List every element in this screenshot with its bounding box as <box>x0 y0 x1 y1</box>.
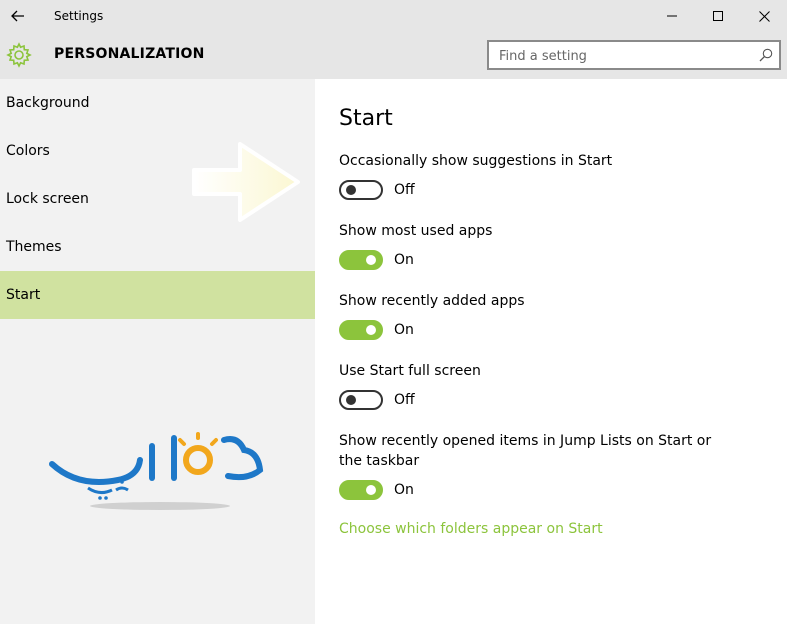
window-controls <box>649 0 787 32</box>
toggle-knob <box>366 255 376 265</box>
toggle-state-suggestions: Off <box>394 182 415 198</box>
close-icon <box>758 10 770 22</box>
sidebar-item-label: Lock screen <box>6 191 89 207</box>
toggle-most-used[interactable] <box>339 250 383 270</box>
toggle-state-most-used: On <box>394 252 414 268</box>
window-title: Settings <box>54 9 104 23</box>
choose-folders-link[interactable]: Choose which folders appear on Start <box>339 521 603 537</box>
sidebar-item-background[interactable]: Background <box>0 79 315 127</box>
toggle-recently-added[interactable] <box>339 320 383 340</box>
toggle-suggestions[interactable] <box>339 180 383 200</box>
setting-label-recently-added: Show recently added apps <box>339 293 525 309</box>
search-input[interactable] <box>497 46 751 66</box>
toggle-knob <box>346 185 356 195</box>
search-box[interactable] <box>487 40 781 70</box>
minimize-button[interactable] <box>649 0 695 32</box>
search-icon[interactable] <box>759 48 773 62</box>
setting-label-suggestions: Occasionally show suggestions in Start <box>339 153 613 169</box>
sidebar-item-label: Start <box>6 287 41 303</box>
toggle-jump-lists[interactable] <box>339 480 383 500</box>
toggle-state-full-screen: Off <box>394 392 415 408</box>
close-button[interactable] <box>741 0 787 32</box>
sidebar-item-themes[interactable]: Themes <box>0 223 315 271</box>
page-title: Start <box>339 106 393 131</box>
sidebar-item-label: Background <box>6 95 90 111</box>
sidebar-item-label: Themes <box>6 239 62 255</box>
main-content: Start Occasionally show suggestions in S… <box>315 79 787 624</box>
setting-label-most-used: Show most used apps <box>339 223 493 239</box>
sidebar-item-start[interactable]: Start <box>0 271 315 319</box>
minimize-icon <box>667 15 677 17</box>
toggle-state-jump-lists: On <box>394 482 414 498</box>
title-bar: Settings <box>0 0 787 32</box>
setting-label-jump-lists: Show recently opened items in Jump Lists… <box>339 433 712 469</box>
setting-label-full-screen: Use Start full screen <box>339 363 481 379</box>
toggle-full-screen[interactable] <box>339 390 383 410</box>
maximize-button[interactable] <box>695 0 741 32</box>
page-category-title: PERSONALIZATION <box>54 46 205 62</box>
back-button[interactable] <box>0 0 36 32</box>
sidebar-item-label: Colors <box>6 143 50 159</box>
header: PERSONALIZATION <box>0 32 787 79</box>
watermark-logo <box>49 432 264 510</box>
maximize-icon <box>713 11 723 21</box>
pointer-arrow-decoration <box>192 142 300 222</box>
back-arrow-icon <box>11 10 24 22</box>
gear-icon <box>6 42 32 68</box>
toggle-state-recently-added: On <box>394 322 414 338</box>
toggle-knob <box>366 485 376 495</box>
toggle-knob <box>346 395 356 405</box>
toggle-knob <box>366 325 376 335</box>
